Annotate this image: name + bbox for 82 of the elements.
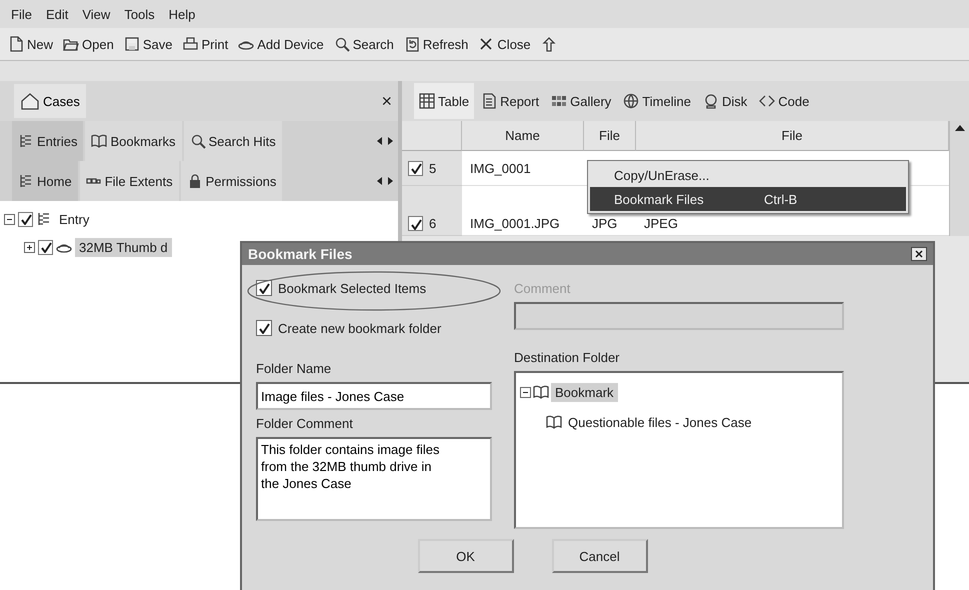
checkbox[interactable] [18, 212, 33, 226]
field-label: Destination Folder [514, 350, 620, 365]
menu-item[interactable]: Help [164, 4, 200, 24]
toolbar-button[interactable]: New [6, 34, 56, 54]
menu-item[interactable]: View [77, 4, 116, 24]
table-cell: IMG_0001.JPG [470, 216, 560, 231]
refresh-icon [404, 36, 420, 52]
view-tab[interactable]: Table [414, 83, 474, 119]
toolbar-button[interactable]: Refresh [402, 34, 470, 54]
dialog-title: Bookmark Files [248, 246, 352, 262]
tab[interactable]: File Extents [80, 161, 179, 201]
column-header[interactable]: File [584, 121, 636, 151]
scroll-arrows-icon [376, 176, 394, 186]
search-icon [190, 133, 206, 149]
house-icon [20, 92, 40, 110]
tree-item[interactable]: 32MB Thumb d [75, 238, 172, 256]
book-icon [546, 414, 562, 430]
table-cell: IMG_0001 [470, 160, 531, 176]
view-tab[interactable]: Disk [698, 83, 752, 119]
row-number: 6 [429, 216, 436, 231]
tab[interactable]: Entries [12, 121, 84, 161]
checkbox[interactable] [408, 216, 423, 231]
tree-icon [18, 173, 34, 189]
checkbox[interactable]: Create new bookmark folder [256, 315, 492, 341]
checkbox[interactable] [408, 160, 423, 176]
toolbar-button[interactable]: Add Device [236, 34, 326, 54]
toolbar-button[interactable]: Close [476, 34, 533, 54]
scrollbar[interactable] [949, 121, 969, 236]
field-label: Folder Name [256, 361, 332, 376]
tree-item[interactable]: Bookmark [551, 382, 618, 402]
tab[interactable]: Bookmarks [85, 121, 182, 161]
checkbox[interactable] [38, 240, 53, 254]
document-icon [8, 36, 24, 52]
menu-item[interactable]: Bookmark Files Ctrl-B [590, 187, 906, 211]
toolbar-button[interactable]: Save [122, 34, 174, 54]
book-icon [533, 384, 549, 400]
menu-item[interactable]: Copy/UnErase... [590, 163, 906, 187]
close-icon [478, 36, 494, 52]
grid-icon [419, 93, 435, 109]
text-field[interactable]: Image files - Jones Case [256, 382, 492, 410]
field-label: Folder Comment [256, 416, 354, 431]
view-tab[interactable]: Gallery [546, 83, 616, 119]
close-icon[interactable] [911, 247, 927, 261]
document-icon [481, 93, 498, 109]
tab[interactable]: Home [12, 161, 78, 201]
checkmark-icon [258, 322, 270, 334]
tree-icon [36, 211, 52, 227]
menu-item[interactable]: File [6, 4, 37, 24]
menu-item[interactable]: Edit [40, 4, 74, 24]
close-button[interactable]: × [375, 90, 398, 112]
thumbnails-icon [551, 93, 568, 109]
checkmark-icon [258, 282, 270, 294]
globe-icon [623, 93, 640, 109]
tab[interactable]: Permissions [180, 161, 282, 201]
cases-tab[interactable]: Cases [14, 84, 86, 118]
toolbar-button[interactable]: Search [332, 34, 396, 54]
up-arrow-icon [540, 36, 557, 52]
table-cell: JPG [592, 216, 618, 231]
tab[interactable]: Search Hits [184, 121, 282, 161]
toolbar-button[interactable]: Open [61, 34, 116, 54]
column-header[interactable]: File [636, 121, 949, 151]
column-header[interactable]: Name [462, 121, 584, 151]
book-icon [91, 133, 108, 149]
table-cell: JPEG [644, 216, 678, 231]
tree-item[interactable]: Questionable files - Jones Case [564, 412, 756, 432]
tree-icon [18, 133, 34, 149]
field-label: Comment [514, 281, 572, 296]
view-tab[interactable]: Report [476, 83, 544, 119]
tree-item[interactable]: Entry [55, 210, 94, 228]
view-tab[interactable]: Code [754, 83, 814, 119]
dialog-button[interactable]: Cancel [552, 539, 648, 573]
printer-icon [182, 36, 198, 52]
scroll-arrows-icon [376, 136, 394, 146]
menu-item[interactable]: Tools [119, 4, 160, 24]
dialog-button[interactable]: OK [418, 539, 514, 573]
row-number: 5 [429, 160, 436, 176]
search-icon [334, 36, 350, 52]
disk-icon [702, 93, 719, 109]
view-tab[interactable]: Timeline [618, 83, 696, 119]
toolbar-button[interactable]: Print [180, 34, 230, 54]
code-icon [759, 93, 776, 109]
text-area[interactable]: This folder contains image files from the 32MB thumb drive in the Jones Case [256, 437, 492, 521]
